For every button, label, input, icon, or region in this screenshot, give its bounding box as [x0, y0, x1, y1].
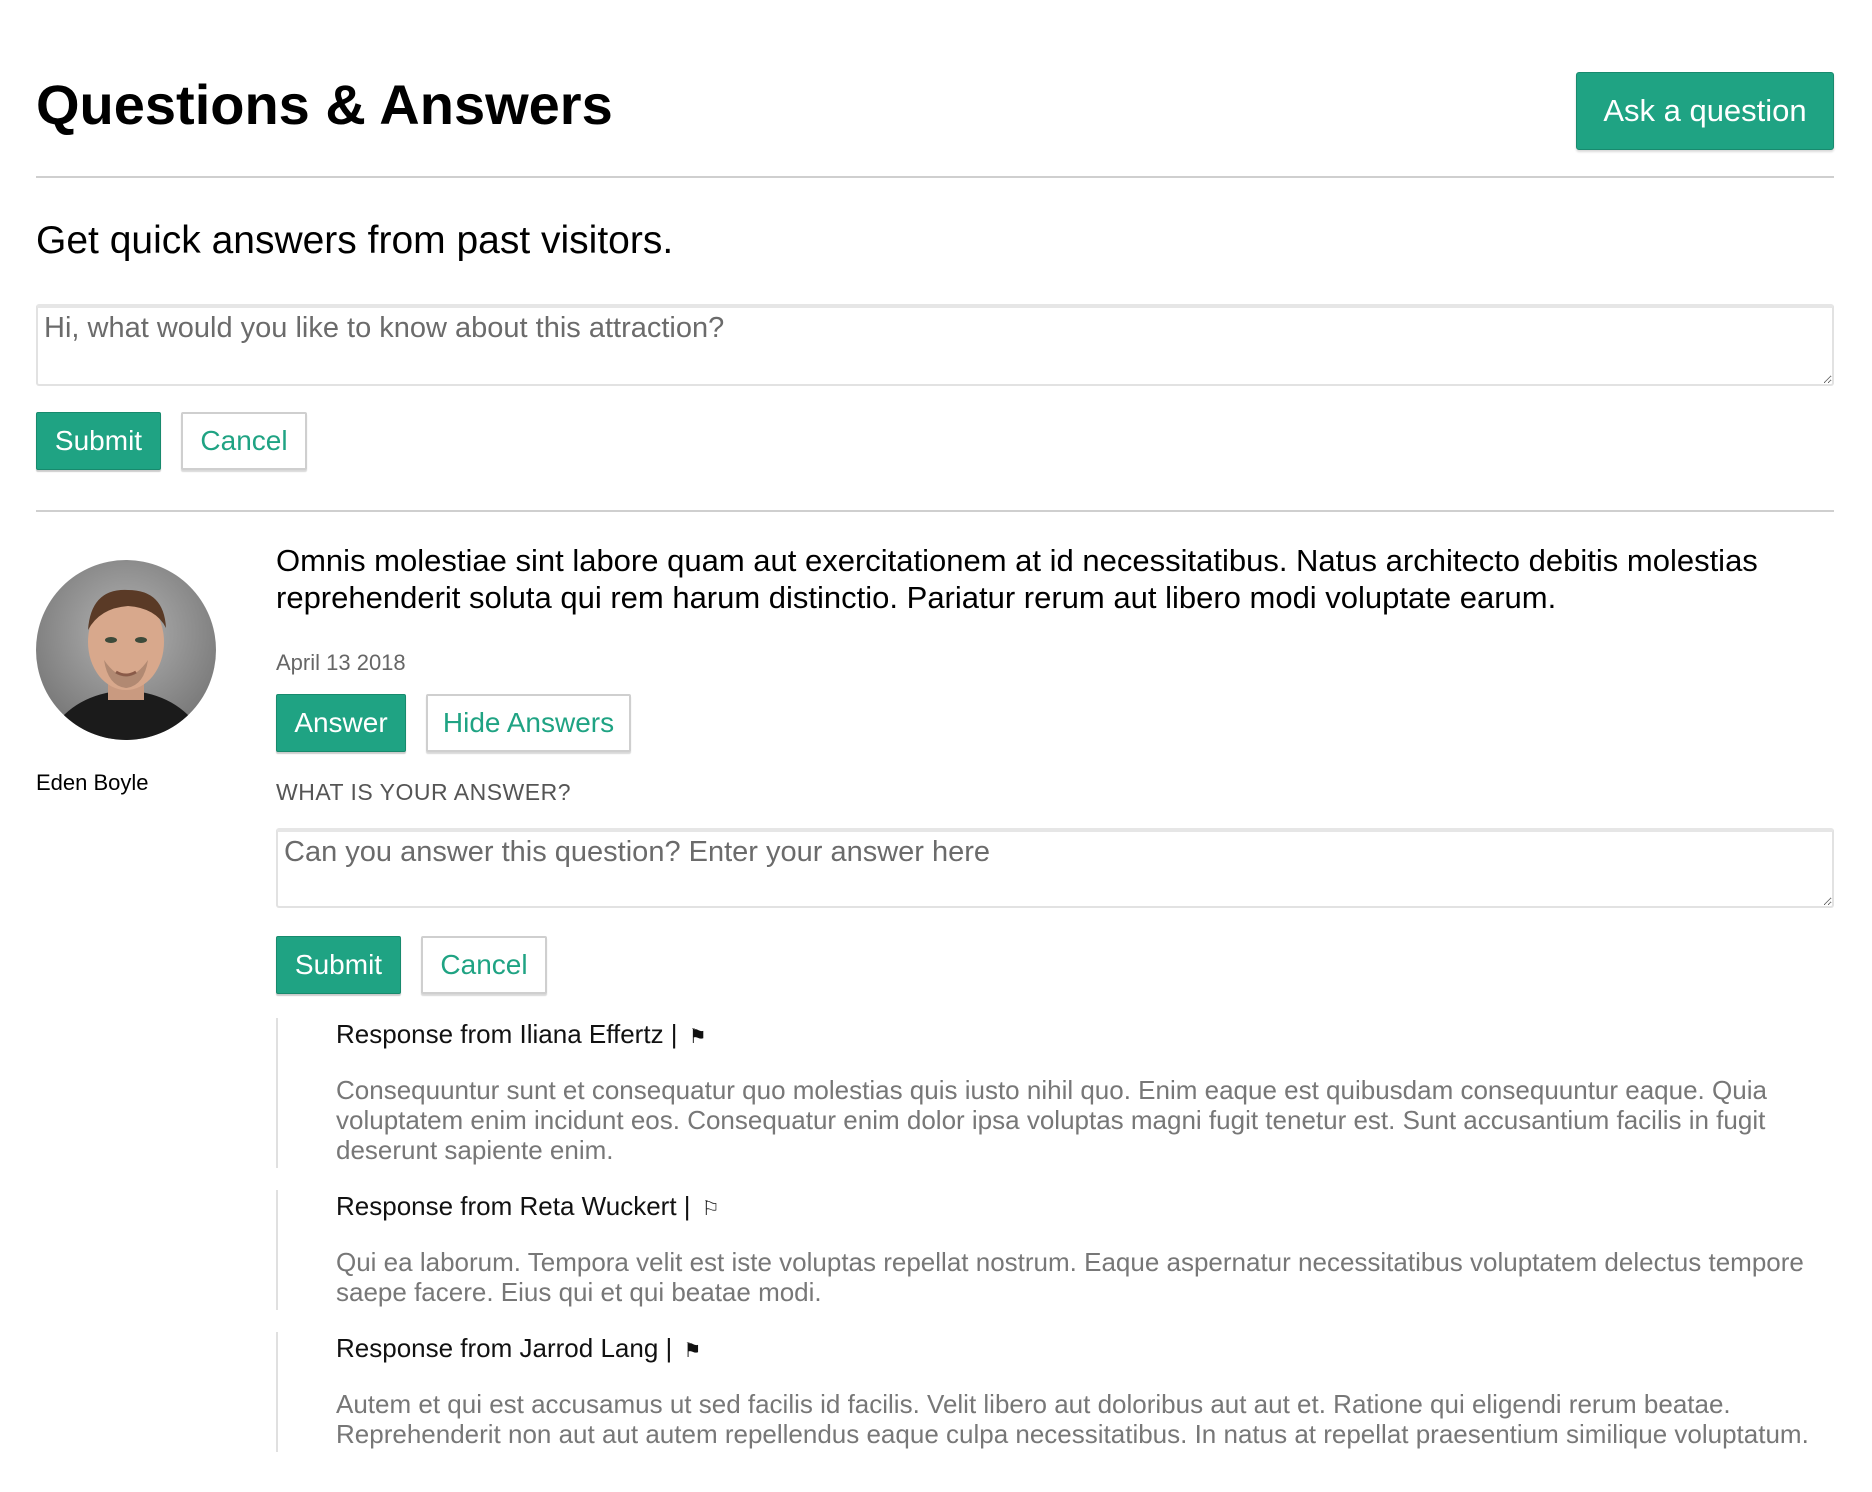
question-date: April 13 2018 — [276, 650, 406, 675]
answer-input[interactable] — [276, 828, 1834, 908]
avatar — [36, 560, 216, 740]
question-submit-button[interactable]: Submit — [36, 412, 161, 470]
question-cancel-button[interactable]: Cancel — [181, 412, 307, 470]
flag-outline-icon[interactable]: ⚐ — [702, 1198, 720, 1220]
answer-cancel-button[interactable]: Cancel — [421, 936, 547, 994]
response-body: Autem et qui est accusamus ut sed facili… — [336, 1389, 1809, 1449]
section-divider — [36, 510, 1834, 512]
response-heading: Response from Iliana Effertz | ⚑ — [336, 1018, 1836, 1053]
response-body: Qui ea laborum. Tempora velit est iste v… — [336, 1247, 1804, 1307]
user-photo-icon — [36, 560, 216, 740]
answer-prompt-label: WHAT IS YOUR ANSWER? — [276, 779, 571, 805]
response-author: Response from Jarrod Lang | — [336, 1333, 673, 1363]
response-heading: Response from Jarrod Lang | ⚑ — [336, 1332, 1836, 1367]
header-divider — [36, 176, 1834, 178]
page-title: Questions & Answers — [36, 73, 613, 136]
flag-filled-icon[interactable]: ⚑ — [689, 1026, 707, 1048]
response-item: Response from Reta Wuckert | ⚐ Qui ea la… — [276, 1190, 1836, 1310]
response-body: Consequuntur sunt et consequatur quo mol… — [336, 1075, 1767, 1165]
answer-button[interactable]: Answer — [276, 694, 406, 752]
response-item: Response from Iliana Effertz | ⚑ Consequ… — [276, 1018, 1836, 1168]
response-author: Response from Reta Wuckert | — [336, 1191, 691, 1221]
ask-question-button[interactable]: Ask a question — [1576, 72, 1834, 150]
response-author: Response from Iliana Effertz | — [336, 1019, 678, 1049]
flag-filled-icon[interactable]: ⚑ — [684, 1340, 702, 1362]
question-text: Omnis molestiae sint labore quam aut exe… — [276, 543, 1758, 615]
question-input[interactable] — [36, 304, 1834, 386]
response-heading: Response from Reta Wuckert | ⚐ — [336, 1190, 1836, 1225]
response-item: Response from Jarrod Lang | ⚑ Autem et q… — [276, 1332, 1836, 1452]
question-author: Eden Boyle — [36, 770, 149, 795]
section-subtitle: Get quick answers from past visitors. — [36, 219, 674, 262]
hide-answers-button[interactable]: Hide Answers — [426, 694, 631, 752]
answer-submit-button[interactable]: Submit — [276, 936, 401, 994]
